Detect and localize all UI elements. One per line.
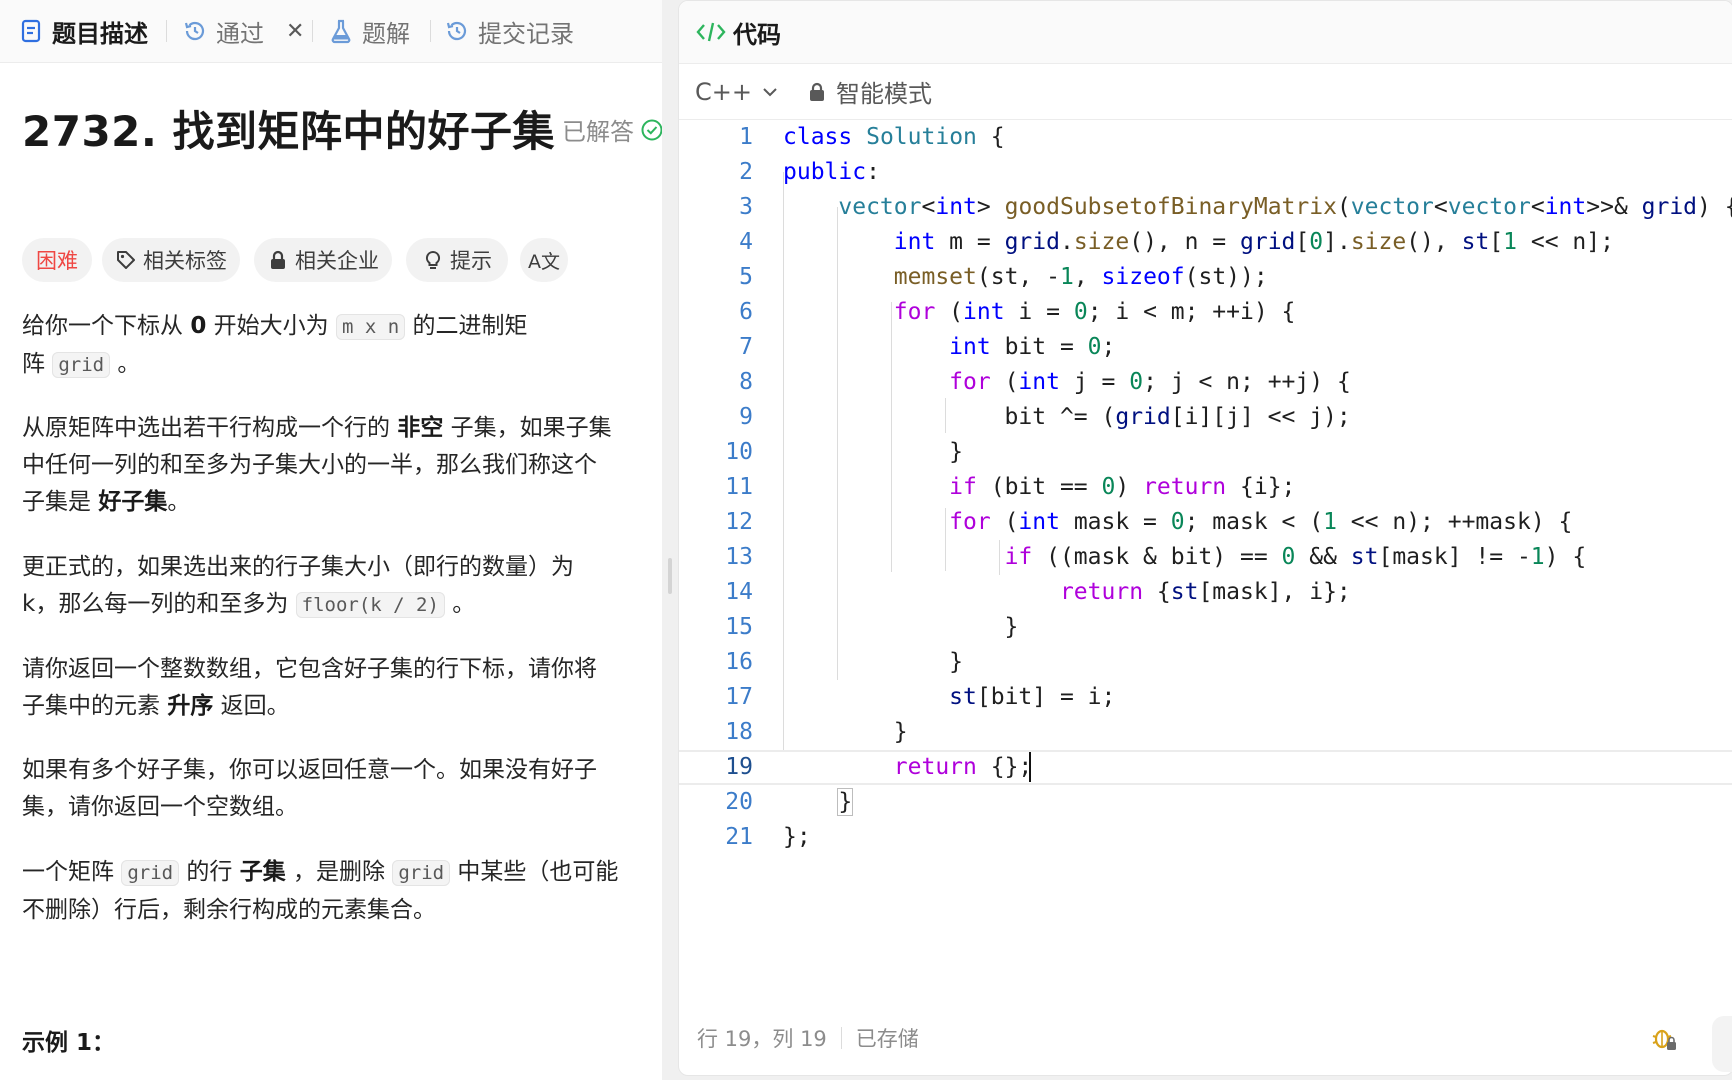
tab-accepted-label: 通过 (216, 19, 264, 48)
history-icon (444, 18, 470, 44)
text-cursor (1029, 752, 1031, 782)
tab-submissions[interactable]: 提交记录 (444, 0, 574, 62)
code-line: 15 } (725, 614, 1019, 640)
problem-panel: 题目描述 通过 ✕ 题解 提交记录 2732. 找到矩阵中的好子集 已解答 困难… (0, 0, 662, 1080)
code-line: 4 int m = grid.size(), n = grid[0].size(… (739, 229, 1614, 255)
code-line-current: 19 return {}; (679, 750, 1732, 785)
lock-icon (267, 249, 289, 271)
example-heading: 示例 1： (22, 1030, 116, 1056)
tab-divider (166, 20, 167, 42)
code-editor[interactable]: 1 class Solution { 2 public: 3 vector<int>… (679, 120, 1732, 1000)
code-line: 21}; (725, 824, 811, 850)
smart-mode-toggle[interactable]: 智能模式 (808, 74, 932, 109)
inline-code: floor(k / 2) (295, 592, 445, 618)
description-paragraph: 一个矩阵 grid 的行 子集 ，是删除 grid 中某些（也可能 不删除）行后… (22, 859, 619, 923)
lock-icon (808, 82, 826, 102)
code-line: 1 class Solution { (739, 124, 1005, 150)
language-select[interactable]: C++ (695, 78, 780, 106)
problem-tab-bar: 题目描述 通过 ✕ 题解 提交记录 (0, 0, 662, 63)
translate-button[interactable]: A文 (520, 238, 568, 282)
solved-status-label: 已解答 (562, 118, 634, 146)
code-line: 10 } (725, 439, 964, 465)
code-line: 16 } (725, 649, 964, 675)
side-handle[interactable] (1712, 1016, 1732, 1072)
tab-code[interactable]: 代码 (695, 15, 781, 50)
check-circle-icon (640, 118, 662, 142)
solved-status: 已解答 (562, 112, 662, 147)
code-line: 6 for (int i = 0; i < m; ++i) { (739, 299, 1296, 325)
editor-status-bar: 行 19，列 19 已存储 (679, 1011, 1732, 1065)
description-paragraph: 更正式的，如果选出来的行子集大小（即行的数量）为 k，那么每一列的和至多为 fl… (22, 554, 574, 618)
language-select-value: C++ (695, 77, 752, 106)
editor-toolbar: C++ 智能模式 (679, 64, 1732, 120)
code-line: 12 for (int mask = 0; mask < (1 << n); +… (725, 509, 1573, 535)
tab-submissions-label: 提交记录 (478, 19, 574, 48)
inline-code: grid (392, 860, 451, 886)
code-panel-header: 代码 (679, 1, 1732, 64)
inline-code: grid (52, 352, 111, 378)
tab-accepted[interactable]: 通过 ✕ (182, 0, 304, 62)
code-line: 17 st[bit] = i; (725, 684, 1116, 710)
description-paragraph: 从原矩阵中选出若干行构成一个行的 非空 子集，如果子集 中任何一列的和至多为子集… (22, 415, 612, 515)
code-line: 3 vector<int> goodSubsetofBinaryMatrix(v… (739, 194, 1732, 220)
tab-solutions[interactable]: 题解 (328, 0, 410, 62)
description-paragraph: 请你返回一个整数数组，它包含好子集的行下标，请你将 子集中的元素 升序 返回。 (22, 656, 597, 719)
debug-icon[interactable] (1649, 1023, 1679, 1053)
code-line: 8 for (int j = 0; j < n; ++j) { (739, 369, 1351, 395)
code-icon (695, 19, 727, 45)
tag-icon (115, 249, 137, 271)
description-icon (18, 18, 44, 44)
lightbulb-icon (422, 249, 444, 271)
inline-code: grid (121, 860, 180, 886)
related-tags-label: 相关标签 (143, 249, 227, 273)
code-line: 2 public: (739, 159, 880, 185)
history-icon (182, 18, 208, 44)
description-paragraph: 如果有多个好子集，你可以返回任意一个。如果没有好子 集，请你返回一个空数组。 (22, 757, 597, 820)
code-line: 9 bit ^= (grid[i][j] << j); (739, 404, 1351, 430)
flask-icon (328, 18, 354, 44)
code-panel: 代码 C++ 智能模式 1 class Solution { 2 public: 3… (678, 0, 1732, 1076)
related-companies-button[interactable]: 相关企业 (254, 238, 392, 282)
tab-solutions-label: 题解 (362, 19, 410, 48)
description-paragraph: 给你一个下标从 0 开始大小为 m x n 的二进制矩 阵 grid 。 (22, 313, 528, 378)
saved-status: 已存储 (855, 1027, 919, 1051)
hint-label: 提示 (450, 249, 492, 273)
tab-description[interactable]: 题目描述 (18, 0, 148, 62)
chevron-down-icon (760, 82, 780, 102)
related-tags-button[interactable]: 相关标签 (102, 238, 240, 282)
code-line: 18 } (725, 719, 908, 745)
tab-description-label: 题目描述 (52, 19, 148, 48)
tab-divider (312, 20, 313, 42)
code-line: 20 } (725, 788, 854, 816)
inline-code: m x n (335, 314, 406, 340)
panel-resize-handle[interactable] (668, 558, 672, 594)
problem-title: 2732. 找到矩阵中的好子集 (22, 107, 555, 156)
code-line: 7 int bit = 0; (739, 334, 1116, 360)
close-icon[interactable]: ✕ (286, 19, 304, 44)
code-line: 11 if (bit == 0) return {i}; (725, 474, 1296, 500)
code-line: 5 memset(st, -1, sizeof(st)); (739, 264, 1268, 290)
tab-divider (430, 20, 431, 42)
cursor-position: 行 19，列 19 (697, 1027, 827, 1051)
tab-code-label: 代码 (733, 20, 781, 49)
code-line: 14 return {st[mask], i}; (725, 579, 1351, 605)
status-divider (840, 1027, 842, 1049)
difficulty-badge: 困难 (22, 238, 92, 282)
code-line: 13 if ((mask & bit) == 0 && st[mask] != … (725, 544, 1587, 570)
related-companies-label: 相关企业 (295, 249, 379, 273)
hint-button[interactable]: 提示 (406, 238, 508, 282)
smart-mode-label: 智能模式 (835, 80, 932, 108)
